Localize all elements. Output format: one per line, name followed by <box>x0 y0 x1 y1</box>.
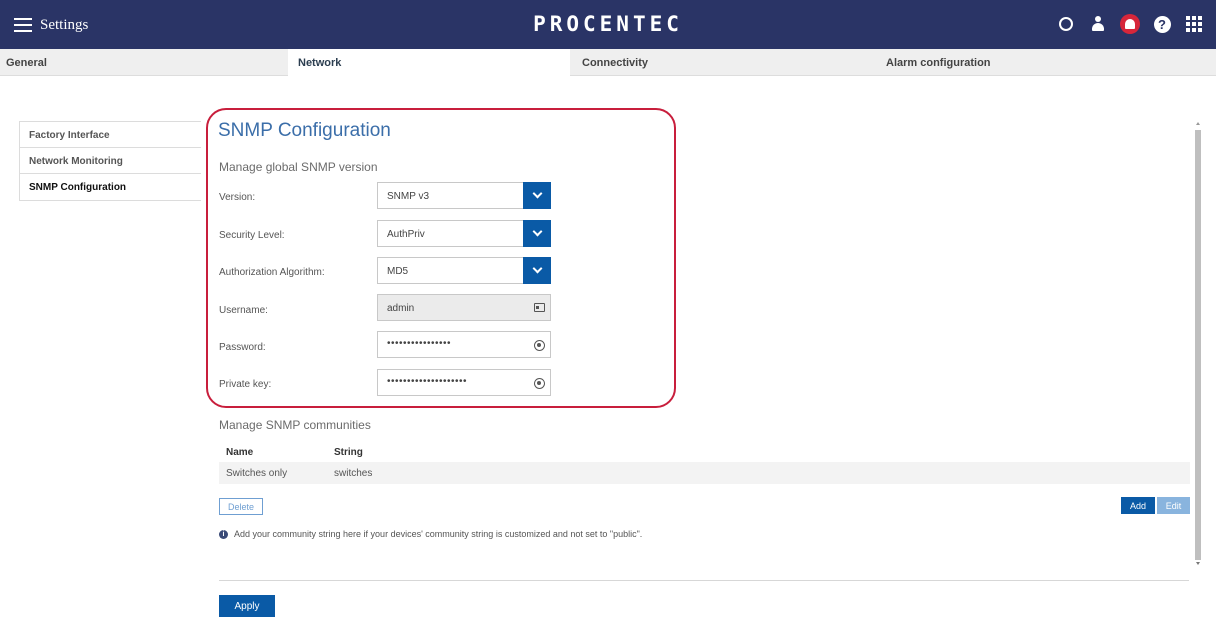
sidebar-item-snmp-configuration[interactable]: SNMP Configuration <box>20 174 201 200</box>
tab-network[interactable]: Network <box>288 49 570 76</box>
tab-general[interactable]: General <box>0 49 288 76</box>
scroll-thumb[interactable] <box>1195 130 1201 560</box>
info-icon: i <box>219 529 228 539</box>
bell-icon[interactable] <box>1120 14 1140 34</box>
sidebar-item-factory-interface[interactable]: Factory Interface <box>20 122 201 148</box>
divider <box>219 580 1189 581</box>
scroll-up-arrow-icon[interactable] <box>1196 122 1200 125</box>
refresh-ring-icon[interactable] <box>1056 14 1076 34</box>
cell-name: Switches only <box>226 468 288 479</box>
help-icon[interactable]: ? <box>1152 14 1172 34</box>
edit-button[interactable]: Edit <box>1157 497 1190 514</box>
communities-table: Name String Switches only switches <box>219 442 1190 484</box>
show-private-key-icon[interactable] <box>534 378 545 389</box>
version-value: SNMP v3 <box>387 191 430 202</box>
version-label: Version: <box>219 192 256 203</box>
top-bar: Settings PROCENTEC ? <box>0 0 1216 49</box>
private-key-label: Private key: <box>219 379 272 390</box>
global-version-heading: Manage global SNMP version <box>219 160 378 174</box>
scroll-down-arrow-icon[interactable] <box>1196 562 1200 565</box>
page-title: SNMP Configuration <box>218 120 391 141</box>
sidebar-item-network-monitoring[interactable]: Network Monitoring <box>20 148 201 174</box>
table-row[interactable]: Switches only switches <box>219 462 1190 484</box>
private-key-value: •••••••••••••••••••• <box>387 376 468 387</box>
user-icon[interactable] <box>1088 14 1108 34</box>
show-password-icon[interactable] <box>534 340 545 351</box>
username-label: Username: <box>219 305 268 316</box>
username-field: admin <box>377 294 551 321</box>
cell-string: switches <box>334 468 373 479</box>
version-select[interactable]: SNMP v3 <box>377 182 551 209</box>
password-label: Password: <box>219 342 266 353</box>
id-card-icon <box>534 303 545 312</box>
info-note: i Add your community string here if your… <box>219 529 642 539</box>
table-header: Name String <box>219 442 1190 462</box>
password-field[interactable]: •••••••••••••••• <box>377 331 551 358</box>
auth-algorithm-value: MD5 <box>387 266 409 277</box>
sidebar-nav: Factory Interface Network Monitoring SNM… <box>19 121 201 201</box>
tab-connectivity[interactable]: Connectivity <box>570 49 884 76</box>
column-header-name: Name <box>226 447 254 458</box>
auth-algorithm-select[interactable]: MD5 <box>377 257 551 284</box>
info-text: Add your community string here if your d… <box>234 529 643 539</box>
security-level-select[interactable]: AuthPriv <box>377 220 551 247</box>
column-header-string: String <box>334 447 363 458</box>
chevron-down-icon <box>523 182 551 209</box>
security-level-value: AuthPriv <box>387 229 425 240</box>
apply-button[interactable]: Apply <box>219 595 275 617</box>
private-key-field[interactable]: •••••••••••••••••••• <box>377 369 551 396</box>
communities-heading: Manage SNMP communities <box>219 418 371 432</box>
chevron-down-icon <box>523 257 551 284</box>
scrollbar[interactable] <box>1193 122 1203 572</box>
apps-grid-icon[interactable] <box>1184 14 1204 34</box>
username-value: admin <box>387 303 415 314</box>
tab-bar: General Network Connectivity Alarm confi… <box>0 49 1216 76</box>
chevron-down-icon <box>523 220 551 247</box>
tab-alarm-configuration[interactable]: Alarm configuration <box>884 49 1216 76</box>
password-value: •••••••••••••••• <box>387 338 452 349</box>
brand-logo: PROCENTEC <box>533 12 683 36</box>
top-icons: ? <box>1056 14 1204 34</box>
add-button[interactable]: Add <box>1121 497 1155 514</box>
delete-button[interactable]: Delete <box>219 498 263 515</box>
auth-algorithm-label: Authorization Algorithm: <box>219 267 325 278</box>
security-level-label: Security Level: <box>219 230 285 241</box>
